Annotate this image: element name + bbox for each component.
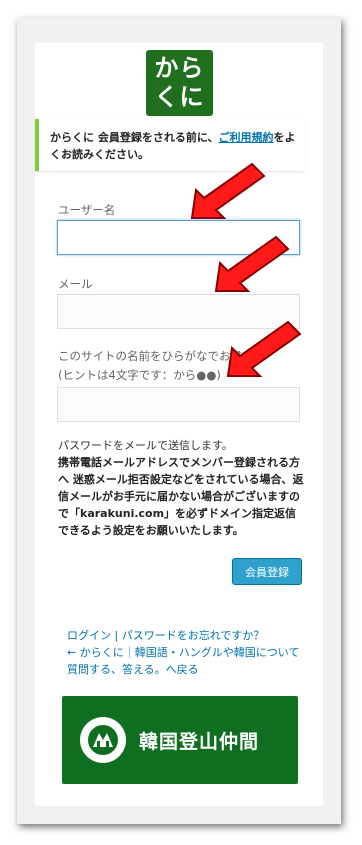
site-name-input[interactable] (57, 387, 300, 422)
register-button[interactable]: 会員登録 (232, 558, 302, 585)
username-label: ユーザー名 (58, 203, 116, 217)
footer-links: ログイン | パスワードをお忘れですか？ ← からくに｜韓国語・ハングルや韓国に… (67, 627, 307, 678)
logo-line-2: くに (154, 83, 205, 111)
notice-prefix: からくに 会員登録をされる前に、 (50, 131, 219, 144)
arrow-email-icon (214, 235, 290, 292)
banner-text: 韓国登山仲間 (139, 730, 260, 753)
lost-password-link[interactable]: パスワードをお忘れですか？ (122, 629, 265, 642)
logo-line-1: から (154, 54, 205, 82)
world-alpine-club-emblem-icon (80, 717, 126, 763)
banner-ad[interactable]: 韓国登山仲間 (62, 696, 298, 784)
site-logo[interactable]: から くに (146, 50, 213, 116)
terms-link[interactable]: ご利用規約 (219, 131, 274, 144)
password-note: パスワードをメールで送信します。 (58, 439, 233, 452)
link-separator: | (111, 629, 122, 642)
login-link[interactable]: ログイン (67, 629, 111, 642)
back-to-site-link[interactable]: ← からくに｜韓国語・ハングルや韓国について質問する、答える。へ戻る (67, 644, 307, 678)
mobile-email-note: 携帯電話メールアドレスでメンバー登録される方へ 迷惑メール拒否設定などをされてい… (58, 456, 304, 537)
arrow-username-icon (190, 162, 266, 219)
email-label: メール (58, 277, 93, 291)
arrow-site-name-icon (226, 320, 302, 377)
